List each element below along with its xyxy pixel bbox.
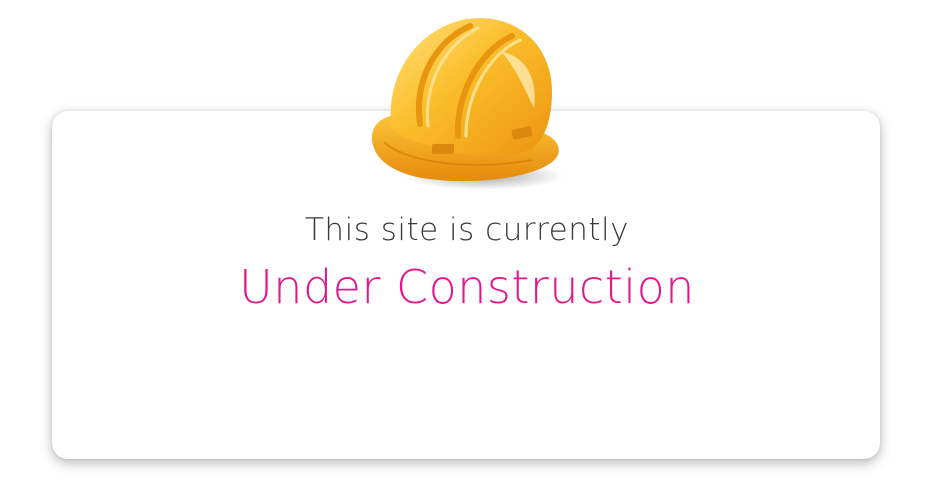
intro-text: This site is currently	[305, 212, 629, 248]
hard-hat-icon	[371, 18, 564, 190]
headline-text: Under Construction	[239, 260, 695, 314]
